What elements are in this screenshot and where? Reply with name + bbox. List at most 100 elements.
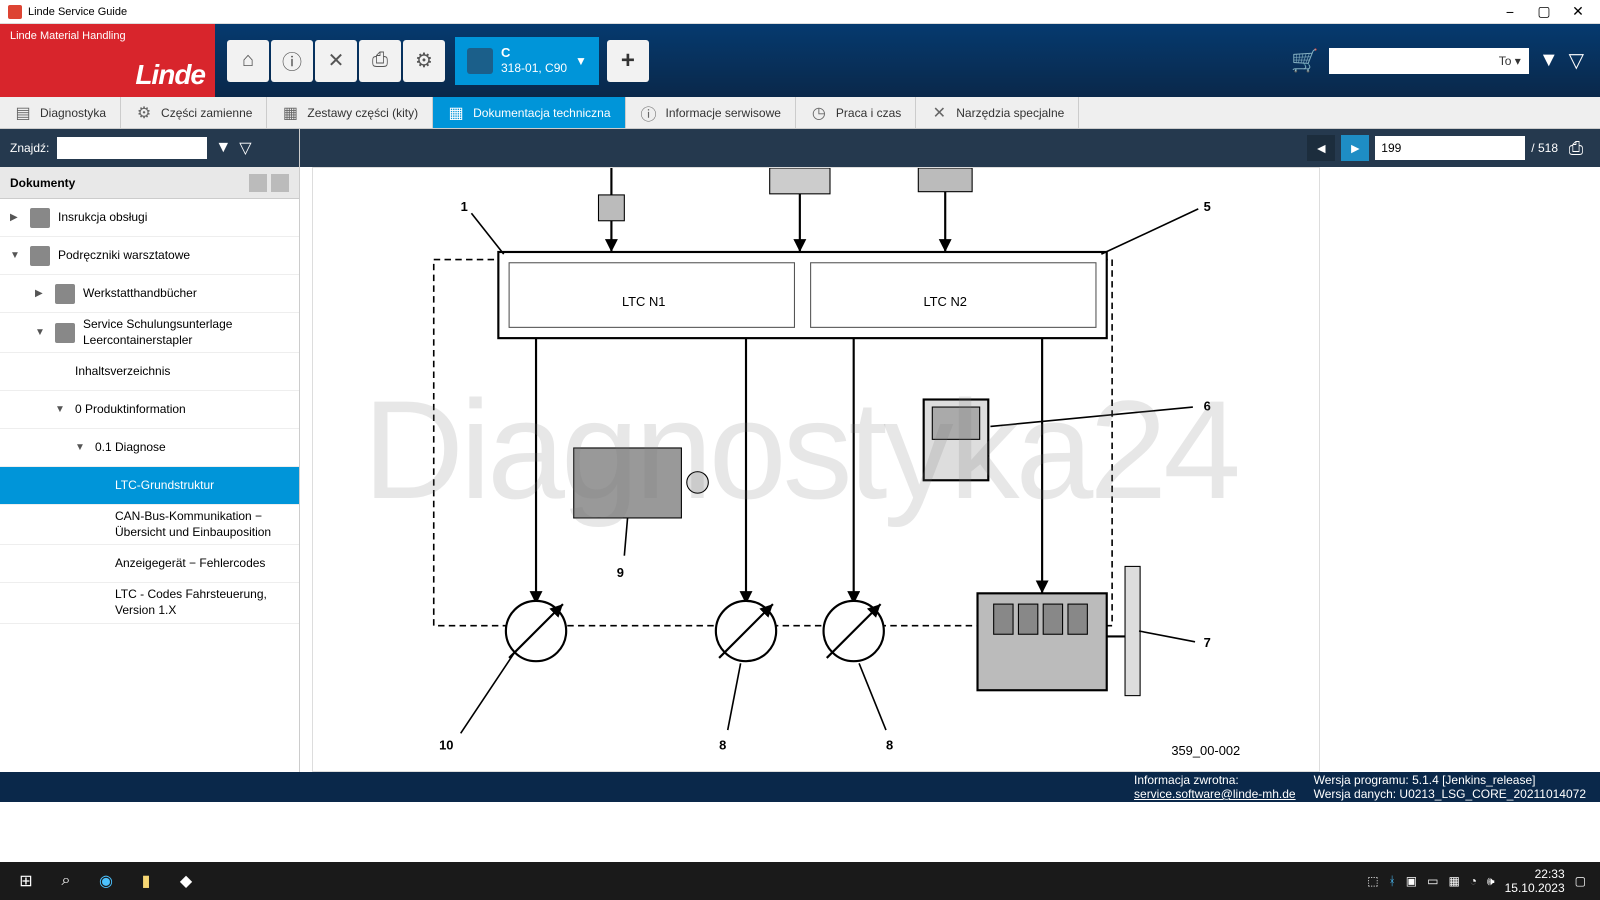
print-button[interactable]: ⎙ (359, 40, 401, 82)
documents-header: Dokumenty (0, 167, 299, 199)
tree-item[interactable]: ▶Insrukcja obsługi (0, 199, 299, 237)
nav-tab[interactable]: ⓘ Informacje serwisowe (626, 97, 796, 128)
doc-icon (55, 284, 75, 304)
battery-icon[interactable]: ▭ (1427, 874, 1438, 888)
filter-clear-icon[interactable]: ▽ (1569, 48, 1584, 73)
find-clear-icon[interactable]: ▽ (239, 138, 251, 158)
tree-item[interactable]: ▼Service Schulungsunterlage Leercontaine… (0, 313, 299, 353)
sidebar: Znajdź: ▼ ▽ Dokumenty ▶Insrukcja obsługi… (0, 129, 300, 772)
search-button[interactable]: ⌕ (46, 865, 86, 897)
filter-icon[interactable]: ▼ (1539, 49, 1559, 72)
volume-icon[interactable]: 🕪 (1487, 874, 1495, 889)
main-toolbar: ⌂ ⓘ ✕ ⎙ ⚙ C318-01, C90 ▼ + (215, 24, 649, 97)
svg-text:1: 1 (461, 199, 468, 214)
bluetooth-icon[interactable]: ᚼ (1389, 874, 1396, 888)
windows-taskbar: ⊞ ⌕ ◉ ▮ ◆ ⬚ ᚼ ▣ ▭ ▦ ◔ 🕪 22:3315.10.2023 … (0, 862, 1600, 900)
tray-icon[interactable]: ▦ (1448, 874, 1459, 888)
find-label: Znajdź: (10, 141, 49, 155)
tree-item[interactable]: LTC-Grundstruktur (0, 467, 299, 505)
nav-tab[interactable]: ◷Praca i czas (796, 97, 916, 128)
tree-item[interactable]: ▼0.1 Diagnose (0, 429, 299, 467)
svg-text:9: 9 (617, 565, 624, 580)
tree-item[interactable]: LTC - Codes Fahrsteuerung, Version 1.X (0, 583, 299, 623)
svg-text:7: 7 (1204, 635, 1211, 650)
to-selector[interactable]: To ▾ (1329, 48, 1529, 74)
maximize-button[interactable]: ▢ (1530, 2, 1558, 22)
nav-tab[interactable]: ▦Dokumentacja techniczna (433, 97, 625, 128)
cart-icon[interactable]: 🛒 (1291, 48, 1318, 74)
doc-icon (30, 208, 50, 228)
tray-icon[interactable]: ▣ (1406, 874, 1417, 888)
notifications-icon[interactable]: ▢ (1575, 874, 1586, 888)
expand-arrow: ▼ (10, 250, 22, 261)
tab-icon: ⓘ (640, 104, 658, 122)
nav-tab[interactable]: ▦Zestawy części (kity) (267, 97, 433, 128)
tree-item[interactable]: ▼0 Produktinformation (0, 391, 299, 429)
tab-label: Diagnostyka (40, 106, 106, 120)
clock[interactable]: 22:3315.10.2023 (1505, 867, 1565, 896)
document-viewer: ◄ ► / 518 ⎙ LTC N1 LTC N2 (300, 129, 1600, 772)
feedback-email[interactable]: service.software@linde-mh.de (1134, 787, 1296, 801)
tree-label: Inhaltsverzeichnis (75, 364, 291, 380)
tab-label: Informacje serwisowe (666, 106, 781, 120)
app-taskbar-icon[interactable]: ◆ (166, 865, 206, 897)
expand-all-icon[interactable] (249, 174, 267, 192)
info-button[interactable]: ⓘ (271, 40, 313, 82)
content-area: Znajdź: ▼ ▽ Dokumenty ▶Insrukcja obsługi… (0, 129, 1600, 772)
system-tray: ⬚ ᚼ ▣ ▭ ▦ ◔ 🕪 22:3315.10.2023 ▢ (1367, 867, 1594, 896)
tab-label: Praca i czas (836, 106, 901, 120)
find-input[interactable] (57, 137, 207, 159)
print-page-button[interactable]: ⎙ (1564, 136, 1588, 160)
tree-item[interactable]: ▼ Podręczniki warsztatowe (0, 237, 299, 275)
brand-logo: Linde Material Handling Linde (0, 24, 215, 97)
tab-icon: ▦ (447, 104, 465, 122)
find-filter-icon[interactable]: ▼ (215, 139, 231, 157)
edge-icon[interactable]: ◉ (86, 865, 126, 897)
tree-label: 0 Produktinformation (75, 402, 291, 418)
tree-label: LTC-Grundstruktur (115, 478, 291, 494)
tree-label: Werkstatthandbücher (83, 286, 291, 302)
tree-label: Insrukcja obsługi (58, 210, 291, 226)
nav-tab[interactable]: ▤Diagnostyka (0, 97, 121, 128)
tree-item[interactable]: CAN-Bus-Kommunikation − Übersicht und Ei… (0, 505, 299, 545)
brand-subtitle: Linde Material Handling (10, 30, 205, 42)
document-tree: ▶Insrukcja obsługi▼Podręczniki warsztato… (0, 199, 299, 772)
tree-label: LTC - Codes Fahrsteuerung, Version 1.X (115, 587, 291, 618)
tree-label: CAN-Bus-Kommunikation − Übersicht und Ei… (115, 509, 291, 540)
nav-tabs: ▤Diagnostyka⚙Części zamienne▦Zestawy czę… (0, 97, 1600, 129)
nav-tab[interactable]: ⚙Części zamienne (121, 97, 267, 128)
next-page-button[interactable]: ► (1341, 135, 1369, 161)
collapse-all-icon[interactable] (271, 174, 289, 192)
close-button[interactable]: ✕ (1564, 2, 1592, 22)
tree-item[interactable]: ▶ Werkstatthandbücher (0, 275, 299, 313)
minimize-button[interactable]: − (1496, 2, 1524, 22)
expand-arrow: ▶ (35, 288, 47, 299)
svg-text:5: 5 (1204, 199, 1211, 214)
tree-item[interactable]: Anzeigegerät − Fehlercodes (0, 545, 299, 583)
vehicle-icon (467, 48, 493, 74)
diagram-viewport[interactable]: LTC N1 LTC N2 (312, 167, 1320, 772)
page-input[interactable] (1375, 136, 1525, 160)
add-vehicle-button[interactable]: + (607, 40, 649, 82)
tree-label: Anzeigegerät − Fehlercodes (115, 556, 291, 572)
explorer-icon[interactable]: ▮ (126, 865, 166, 897)
home-button[interactable]: ⌂ (227, 40, 269, 82)
start-button[interactable]: ⊞ (6, 865, 46, 897)
toolbar-right: 🛒 To ▾ ▼ ▽ (1291, 24, 1600, 97)
svg-text:LTC N1: LTC N1 (622, 294, 666, 309)
vehicle-text: C318-01, C90 (501, 45, 567, 76)
tree-item[interactable]: Inhaltsverzeichnis (0, 353, 299, 391)
app-toolbar: Linde Material Handling Linde ⌂ ⓘ ✕ ⎙ ⚙ … (0, 24, 1600, 97)
tools-button[interactable]: ✕ (315, 40, 357, 82)
version-block: Wersja programu: 5.1.4 [Jenkins_release]… (1314, 773, 1586, 801)
nav-tab[interactable]: ✕Narzędzia specjalne (916, 97, 1079, 128)
tab-icon: ⚙ (135, 104, 153, 122)
tray-icon[interactable]: ⬚ (1367, 874, 1378, 888)
settings-button[interactable]: ⚙ (403, 40, 445, 82)
page-total: / 518 (1531, 141, 1558, 155)
prev-page-button[interactable]: ◄ (1307, 135, 1335, 161)
wifi-icon[interactable]: ◔ (1470, 874, 1477, 888)
app-icon (8, 5, 22, 19)
tree-label: Podręczniki warsztatowe (58, 248, 291, 264)
vehicle-tab[interactable]: C318-01, C90 ▼ (455, 37, 599, 85)
